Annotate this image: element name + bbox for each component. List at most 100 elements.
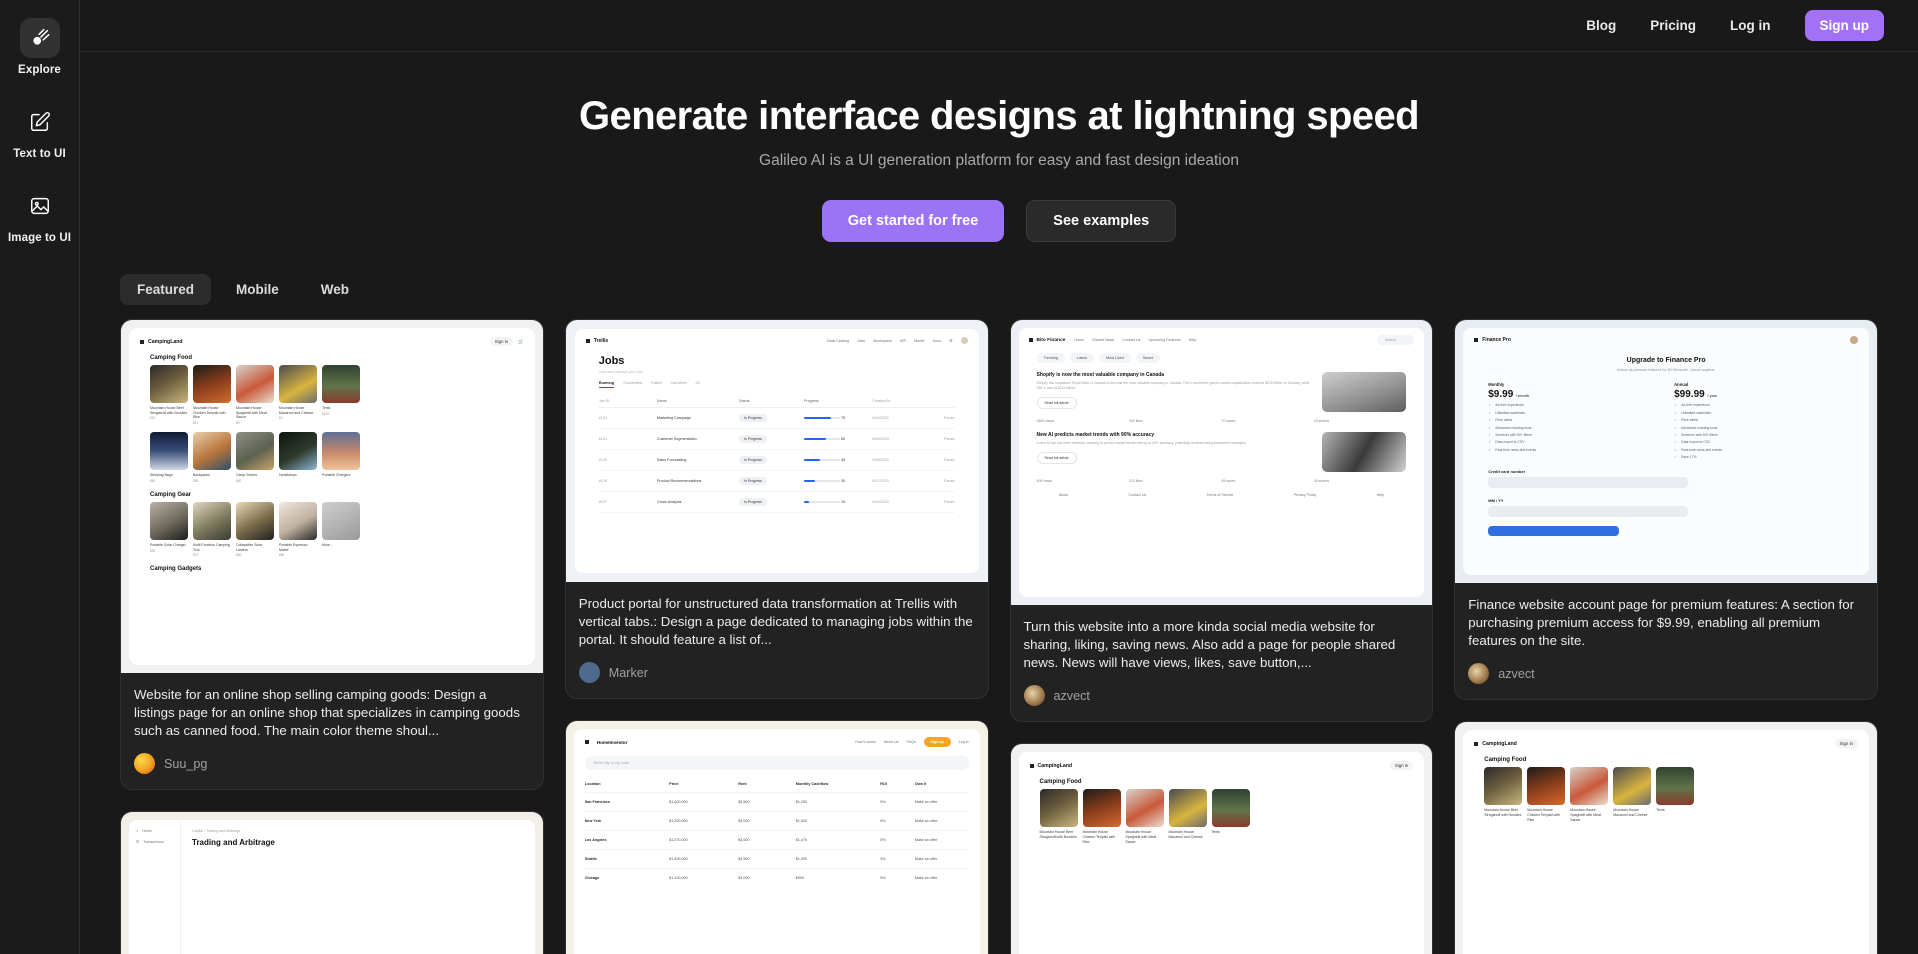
- see-examples-button[interactable]: See examples: [1026, 200, 1177, 242]
- mock-action: Make an offer: [914, 876, 938, 881]
- mock-cell: 6/09/2023: [872, 437, 889, 441]
- nav-link-login[interactable]: Log in: [1730, 18, 1771, 33]
- status-badge: In Progress: [739, 435, 767, 443]
- mock-cell: Sales Forecasting: [656, 458, 687, 462]
- mock-section-title: Camping Food: [1484, 757, 1527, 764]
- mock-breadcrumb: Capital / Trading and Arbitrage: [192, 829, 241, 834]
- topbar: Blog Pricing Log in Sign up: [80, 0, 1918, 52]
- nav-link-pricing[interactable]: Pricing: [1650, 18, 1696, 33]
- mock-feature: Screener with 50+ filters: [1495, 432, 1532, 437]
- gallery-card-trading[interactable]: ⌂ Home ☰ Transactions Capital / Trading an…: [120, 811, 544, 954]
- mock-cell: 6/10/2023: [872, 416, 889, 420]
- mock-nav-item: Jobs: [857, 338, 866, 343]
- mock-card-input: [1488, 477, 1688, 489]
- card-caption: Turn this website into a more kinda soci…: [1023, 619, 1396, 671]
- gallery-card-camping[interactable]: CampingLand Sign in 🛒 Camping Food Mount…: [120, 319, 544, 791]
- mock-cell: 6/08/2023: [872, 458, 889, 462]
- mock-product-name: Mountain House Spaghetti with Meat Sauce: [236, 406, 267, 420]
- mock-column-header: Progress: [804, 399, 819, 403]
- mock-nav-item: Home: [1074, 338, 1085, 342]
- mock-product-name: Mountain House Beef Stroganoff with Nood…: [1039, 830, 1077, 839]
- gallery-card-bito[interactable]: Bito Finance Home Shared News Contact Us…: [1009, 319, 1434, 723]
- author-name: Suu_pg: [164, 756, 208, 771]
- table-row: San Francisco $1,000,000 $3,500 $1,200 5…: [584, 792, 969, 811]
- mock-cell: $4,000: [738, 819, 750, 824]
- mock-product-name: Portable Solar Charger: [150, 542, 186, 547]
- mock-cell: $1,500: [795, 819, 808, 824]
- mock-likes: 340 likes: [1128, 419, 1143, 423]
- avatar: [960, 337, 968, 344]
- mock-nav-item: FAQs: [906, 740, 916, 745]
- status-badge: In Progress: [739, 498, 767, 506]
- gallery-card-trellis[interactable]: Trellis Data Catalog Jobs Workspace API …: [564, 319, 989, 700]
- mock-brand: CampingLand: [1482, 740, 1517, 747]
- table-row: #127 Churn Analysis In Progress 15 6/06/…: [598, 492, 955, 513]
- mock-cell: #127: [598, 500, 607, 504]
- mock-feature: Unlimited watchlists: [1681, 410, 1711, 415]
- mock-column-header: Monthly Cashflow: [795, 782, 829, 787]
- get-started-button[interactable]: Get started for free: [821, 200, 1005, 242]
- mock-cell: Chicago: [584, 876, 600, 881]
- sidebar: Explore Text to UI Image to UI: [0, 0, 80, 954]
- mock-product-name: Tents: [1656, 808, 1665, 813]
- mock-cell: #125: [598, 458, 607, 462]
- mock-progress: 60: [841, 437, 846, 441]
- check-icon: ✓: [1674, 440, 1678, 445]
- mock-column-header: ROI: [880, 782, 887, 787]
- avatar: [578, 662, 600, 684]
- mock-action: Pause: [944, 500, 955, 504]
- mock-tab: Canceled: [670, 381, 687, 385]
- mock-cell: Los Angeles: [584, 838, 607, 843]
- check-icon: ✓: [1674, 447, 1678, 452]
- card-thumbnail: Bito Finance Home Shared News Contact Us…: [1010, 320, 1433, 605]
- check-icon: ✓: [1674, 455, 1678, 460]
- signup-button[interactable]: Sign up: [1804, 10, 1884, 41]
- gallery-card-finance[interactable]: Finance Pro Upgrade to Finance Pro Unloc…: [1454, 319, 1878, 701]
- mock-subtitle: Unlock all premium features for $9.99/mo…: [1616, 368, 1716, 372]
- mock-product-price: $27: [193, 553, 199, 558]
- mock-section-title: Camping Food: [150, 355, 192, 361]
- mock-column-header: Created At: [872, 399, 890, 403]
- app-root: Explore Text to UI Image to UI Blog Pric…: [0, 0, 1918, 954]
- check-icon: ✓: [1488, 425, 1492, 430]
- mock-cell: $1,070,000: [669, 838, 688, 843]
- pricing-plan-annual: Annual $99.99 / year ✓ Ad-free experience…: [1674, 382, 1844, 459]
- sidebar-item-explore[interactable]: Explore: [1, 14, 79, 80]
- mock-cell: #126: [598, 479, 607, 483]
- mock-feature: Price alerts: [1495, 418, 1513, 423]
- mock-product-name: Mountain House Beef Stroganoff with Nood…: [150, 406, 188, 415]
- tab-web[interactable]: Web: [304, 274, 366, 305]
- gallery-card-camping-2[interactable]: CampingLand Sign in Camping Food Mountai…: [1009, 743, 1434, 954]
- mock-product-name: Mountain House Macaroni and Cheese: [1168, 830, 1203, 839]
- mock-cell: $900: [795, 876, 805, 881]
- avatar: [1023, 685, 1045, 707]
- check-icon: ✓: [1488, 403, 1492, 408]
- mock-tab: Running: [598, 381, 615, 388]
- sidebar-item-label: Text to UI: [13, 148, 66, 160]
- mock-subtitle: View and manage your jobs: [598, 370, 644, 374]
- mock-action: Make an offer: [914, 857, 938, 862]
- mock-product-name: Mountain House Spaghetti with Meat Sauce: [1125, 830, 1157, 844]
- mock-nav-item: About Us: [883, 740, 899, 745]
- mock-feature: Advanced charting tools: [1681, 425, 1718, 430]
- tab-mobile[interactable]: Mobile: [219, 274, 296, 305]
- mock-brand: CampingLand: [1037, 762, 1073, 769]
- gallery-card-camping-3[interactable]: CampingLand Sign in Camping Food Mountai…: [1454, 721, 1878, 954]
- mock-plan-label: Monthly: [1488, 382, 1505, 387]
- table-row: New York $1,200,000 $4,000 $1,500 6% Mak…: [584, 811, 969, 830]
- gallery-column: CampingLand Sign in 🛒 Camping Food Mount…: [120, 319, 544, 954]
- author-name: azvect: [1498, 666, 1535, 681]
- mock-product-name: Camp Stoves: [236, 473, 258, 478]
- card-body: Finance website account page for premium…: [1455, 583, 1877, 699]
- table-row: #125 Sales Forecasting In Progress 45 6/…: [598, 450, 955, 471]
- gallery-card-realestate[interactable]: HomeInvestor How it works About Us FAQs …: [564, 720, 989, 954]
- check-icon: ✓: [1674, 410, 1678, 415]
- mock-signup: Sign up: [923, 737, 951, 748]
- nav-link-blog[interactable]: Blog: [1586, 18, 1616, 33]
- table-row: #126 Product Recommendations In Progress…: [598, 471, 955, 492]
- tab-featured[interactable]: Featured: [120, 274, 212, 305]
- mock-action: Pause: [944, 458, 955, 462]
- sidebar-item-text-to-ui[interactable]: Text to UI: [1, 98, 79, 164]
- list-icon: ☰: [136, 840, 140, 845]
- sidebar-item-image-to-ui[interactable]: Image to UI: [1, 182, 79, 248]
